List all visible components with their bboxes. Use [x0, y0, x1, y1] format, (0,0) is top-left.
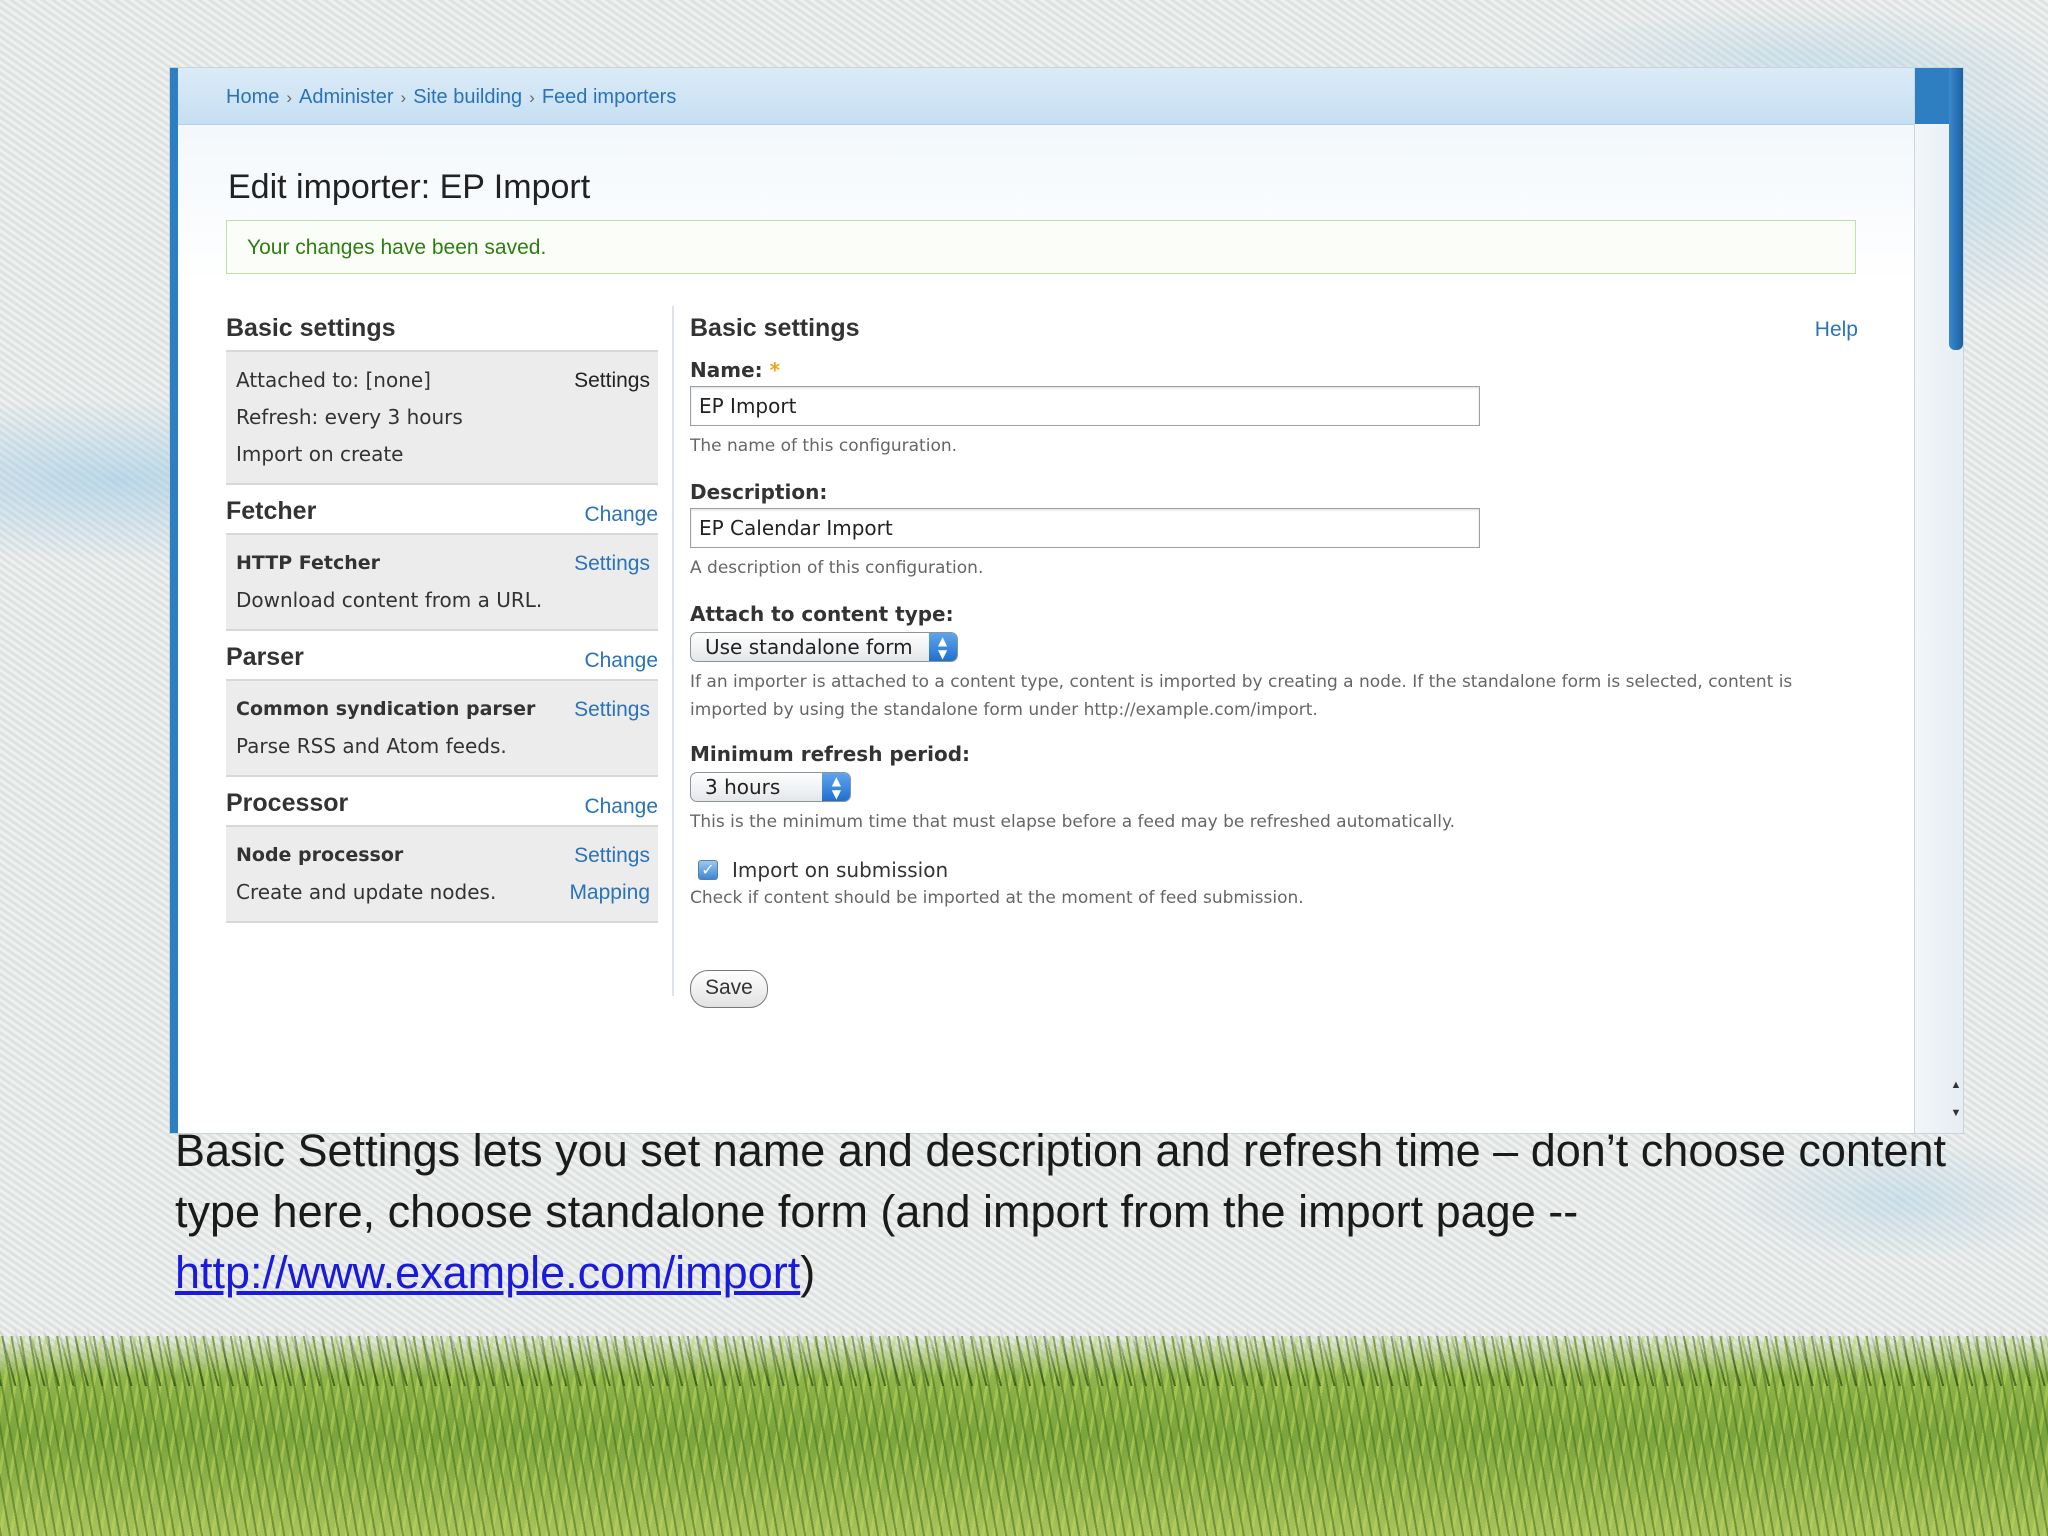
basic-settings-link[interactable]: Settings: [574, 362, 650, 399]
required-marker: *: [769, 358, 781, 382]
scrollbar-thumb[interactable]: [1949, 68, 1963, 350]
screenshot-window: Home › Administer › Site building › Feed impor…: [170, 68, 1963, 1133]
parser-settings-link[interactable]: Settings: [574, 691, 650, 728]
select-arrows-icon: ▲ ▼: [822, 773, 851, 801]
processor-mapping-link[interactable]: Mapping: [569, 874, 650, 911]
content-type-select[interactable]: Use standalone form ▲ ▼: [690, 632, 958, 662]
save-button[interactable]: Save: [690, 970, 768, 1008]
fetcher-summary: HTTP Fetcher Download content from a URL…: [226, 533, 658, 631]
fetcher-settings-link[interactable]: Settings: [574, 545, 650, 582]
parser-heading-text: Parser: [226, 643, 304, 671]
description-label: Description:: [690, 480, 828, 504]
breadcrumb-separator: ›: [400, 88, 407, 107]
fetcher-change-link[interactable]: Change: [584, 493, 658, 537]
refresh-period-select[interactable]: 3 hours ▲ ▼: [690, 772, 852, 802]
fetcher-heading-text: Fetcher: [226, 497, 317, 525]
refresh-label: Minimum refresh period:: [690, 742, 971, 766]
basic-settings-summary: Attached to: [none] Refresh: every 3 hou…: [226, 350, 658, 485]
attach-description: If an importer is attached to a content …: [690, 672, 1793, 720]
processor-summary: Node processor Create and update nodes. …: [226, 825, 658, 923]
breadcrumb-home[interactable]: Home: [226, 86, 279, 108]
processor-heading: Processor Change: [226, 781, 658, 825]
caption-tail: ): [800, 1247, 816, 1298]
name-input[interactable]: [690, 386, 1480, 426]
basic-settings-links: Settings: [574, 362, 650, 399]
processor-change-link[interactable]: Change: [584, 785, 658, 829]
grass-tips-decoration: [0, 1326, 2048, 1386]
fetcher-description: Download content from a URL.: [236, 588, 543, 612]
parser-change-link[interactable]: Change: [584, 639, 658, 683]
breadcrumb-separator: ›: [286, 88, 293, 107]
breadcrumb-feed-importers[interactable]: Feed importers: [542, 86, 677, 108]
processor-links: Settings Mapping: [569, 837, 650, 911]
import-on-submission-description: Check if content should be imported at t…: [690, 888, 1304, 908]
refresh-period-selected: 3 hours: [705, 775, 781, 799]
breadcrumb-separator: ›: [529, 88, 535, 107]
basic-settings-form: Basic settings Help Name: * The name of …: [690, 306, 1860, 1008]
name-description: The name of this configuration.: [690, 436, 958, 456]
help-link[interactable]: Help: [1815, 318, 1858, 342]
parser-summary: Common syndication parser Parse RSS and …: [226, 679, 658, 777]
parser-heading: Parser Change: [226, 635, 658, 679]
select-arrows-icon: ▲ ▼: [928, 633, 957, 661]
caption-link[interactable]: http://www.example.com/import: [175, 1247, 800, 1298]
scroll-up-icon[interactable]: ▲: [1949, 1071, 1963, 1099]
attach-label: Attach to content type:: [690, 602, 954, 626]
import-on-submission-checkbox[interactable]: ✓: [698, 860, 718, 880]
caption-text: Basic Settings lets you set name and des…: [175, 1125, 1947, 1237]
basic-settings-heading: Basic settings: [226, 306, 658, 350]
slide-caption: Basic Settings lets you set name and des…: [175, 1120, 1975, 1303]
fetcher-heading: Fetcher Change: [226, 489, 658, 533]
breadcrumb-bar: Home › Administer › Site building › Feed impor…: [178, 68, 1915, 125]
breadcrumb-administer[interactable]: Administer: [299, 86, 393, 108]
left-accent-stripe: [170, 68, 178, 1133]
name-label-text: Name:: [690, 358, 763, 382]
import-on-submission-row[interactable]: ✓ Import on submission: [690, 858, 1860, 882]
breadcrumb: Home › Administer › Site building › Feed impor…: [226, 86, 676, 109]
page-title: Edit importer: EP Import: [228, 168, 591, 206]
name-label: Name: *: [690, 358, 1860, 382]
status-message: Your changes have been saved.: [226, 220, 1856, 274]
parser-description: Parse RSS and Atom feeds.: [236, 734, 507, 758]
basic-settings-heading-text: Basic settings: [226, 314, 396, 342]
import-on-submission-label[interactable]: Import on submission: [732, 858, 948, 882]
column-divider: [672, 306, 674, 996]
vertical-scrollbar[interactable]: ▲ ▼: [1914, 68, 1963, 1133]
scrollbar-header: [1915, 68, 1949, 124]
description-input[interactable]: [690, 508, 1480, 548]
importer-summary: Basic settings Attached to: [none] Refre…: [226, 306, 658, 927]
processor-settings-link[interactable]: Settings: [569, 837, 650, 874]
content-type-selected: Use standalone form: [705, 635, 913, 659]
processor-heading-text: Processor: [226, 789, 349, 817]
refresh-text: Refresh: every 3 hours: [236, 405, 463, 429]
refresh-description: This is the minimum time that must elaps…: [690, 812, 1456, 832]
import-on-create-text: Import on create: [236, 442, 404, 466]
parser-links: Settings: [574, 691, 650, 728]
description-help: A description of this configuration.: [690, 558, 984, 578]
form-heading: Basic settings: [690, 314, 860, 342]
fetcher-links: Settings: [574, 545, 650, 582]
breadcrumb-site-building[interactable]: Site building: [413, 86, 522, 108]
